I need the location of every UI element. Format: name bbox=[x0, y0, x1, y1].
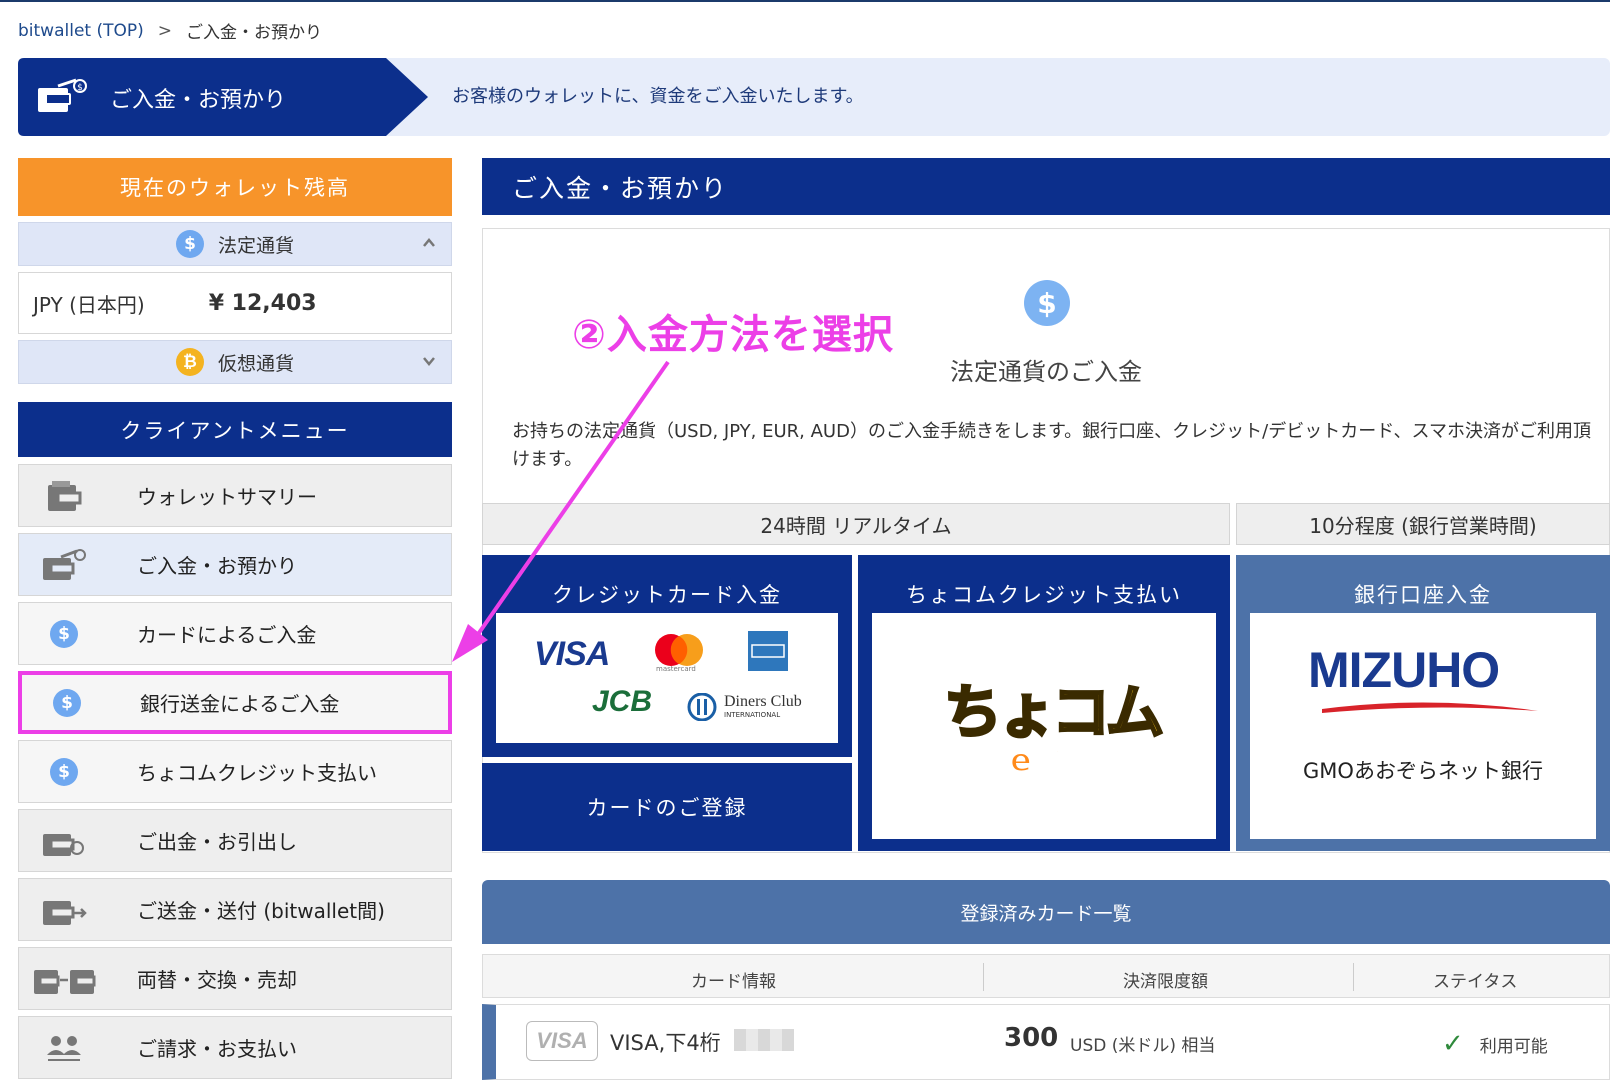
speed-bank-label: 10分程度 (銀行営業時間) bbox=[1236, 503, 1610, 545]
diners-club-logo: Diners Club bbox=[724, 693, 802, 710]
registered-cards-header: 登録済みカード一覧 bbox=[482, 880, 1610, 944]
dollar-coin-icon: $ bbox=[19, 757, 109, 786]
column-card-info: カード情報 bbox=[691, 972, 776, 992]
users-icon bbox=[19, 1033, 109, 1063]
visa-logo: VISA bbox=[534, 635, 610, 673]
wallet-balance-header: 現在のウォレット残高 bbox=[18, 158, 452, 216]
chocom-credit-label: ちょコムクレジット支払い bbox=[906, 583, 1182, 607]
bank-account-deposit-label: 銀行口座入金 bbox=[1354, 583, 1492, 607]
table-row[interactable]: VISA VISA,下4桁 300 USD (米ドル) 相当 ✓ 利用可能 bbox=[482, 1004, 1610, 1080]
client-menu-header: クライアントメニュー bbox=[18, 402, 452, 457]
breadcrumb-separator: > bbox=[157, 20, 173, 41]
menu-label: ちょコムクレジット支払い bbox=[137, 761, 377, 785]
menu-label: ウォレットサマリー bbox=[137, 485, 317, 509]
card-brand-logos: VISA mastercard JCB Diners Club INTERNAT… bbox=[496, 613, 838, 743]
transfer-wallet-icon bbox=[19, 893, 109, 927]
chocom-logo-panel: ちょコム eマネー bbox=[872, 613, 1216, 839]
menu-label: ご入金・お預かり bbox=[137, 554, 297, 578]
top-border bbox=[0, 0, 1610, 2]
menu-label: ご送金・送付 (bitwallet間) bbox=[137, 899, 385, 923]
withdraw-wallet-icon bbox=[19, 824, 109, 858]
menu-label: 両替・交換・売却 bbox=[137, 968, 297, 992]
chevron-down-icon bbox=[421, 353, 437, 369]
card-info: VISA,下4桁 bbox=[610, 1031, 721, 1055]
menu-bank-transfer-deposit[interactable]: $ 銀行送金によるご入金 bbox=[18, 671, 452, 734]
jpy-label: JPY (日本円) bbox=[33, 292, 145, 317]
menu-label: ご請求・お支払い bbox=[137, 1037, 297, 1061]
crypto-currency-toggle[interactable]: ₿ 仮想通貨 bbox=[18, 340, 452, 384]
menu-deposit[interactable]: ご入金・お預かり bbox=[18, 533, 452, 596]
jpy-amount: ¥ 12,403 bbox=[208, 290, 317, 316]
jpy-balance-row: JPY (日本円) ¥ 12,403 bbox=[18, 272, 452, 334]
dollar-coin-icon: $ bbox=[1024, 280, 1070, 326]
dollar-coin-icon: $ bbox=[175, 230, 204, 258]
main-section-title: ご入金・お預かり bbox=[482, 158, 1610, 215]
menu-exchange[interactable]: 両替・交換・売却 bbox=[18, 947, 452, 1010]
dollar-coin-icon: $ bbox=[22, 688, 112, 717]
deposit-wallet-icon bbox=[19, 548, 109, 582]
fiat-deposit-description: お持ちの法定通貨（USD, JPY, EUR, AUD）のご入金手続きをします。… bbox=[512, 421, 1591, 470]
menu-transfer[interactable]: ご送金・送付 (bitwallet間) bbox=[18, 878, 452, 941]
dollar-coin-icon: $ bbox=[19, 619, 109, 648]
mizuho-swoosh bbox=[1322, 702, 1538, 713]
breadcrumb: bitwallet (TOP) > ご入金・お預かり bbox=[18, 18, 323, 44]
banner-title: ご入金・お預かり bbox=[110, 88, 287, 113]
menu-card-deposit[interactable]: $ カードによるご入金 bbox=[18, 602, 452, 665]
masked-card-digits bbox=[734, 1029, 794, 1051]
client-menu: ウォレットサマリー ご入金・お預かり $ カードによるご入金 $ 銀行送金による… bbox=[18, 464, 452, 1079]
credit-card-deposit-button[interactable]: クレジットカード入金 VISA mastercard JCB Diners Cl… bbox=[482, 555, 852, 757]
jcb-logo: JCB bbox=[592, 685, 653, 718]
card-limit-amount: 300 bbox=[1004, 1023, 1059, 1053]
exchange-wallet-icon bbox=[19, 962, 109, 996]
svg-text:$: $ bbox=[77, 83, 83, 93]
chocom-emoney-logo: eマネー bbox=[1009, 740, 1123, 780]
card-limit-unit: USD (米ドル) 相当 bbox=[1070, 1036, 1216, 1056]
bank-name: GMOあおぞらネット銀行 bbox=[1303, 759, 1543, 783]
check-icon: ✓ bbox=[1442, 1029, 1464, 1059]
menu-chocom-credit[interactable]: $ ちょコムクレジット支払い bbox=[18, 740, 452, 803]
chevron-up-icon bbox=[421, 235, 437, 251]
amex-logo bbox=[748, 631, 788, 671]
speed-realtime-label: 24時間 リアルタイム bbox=[482, 503, 1230, 545]
bank-account-deposit-button[interactable]: 銀行口座入金 MIZUHO GMOあおぞらネット銀行 bbox=[1236, 555, 1610, 851]
menu-wallet-summary[interactable]: ウォレットサマリー bbox=[18, 464, 452, 527]
chocom-credit-button[interactable]: ちょコムクレジット支払い ちょコム eマネー bbox=[858, 555, 1230, 851]
menu-billing[interactable]: ご請求・お支払い bbox=[18, 1016, 452, 1079]
mastercard-caption: mastercard bbox=[656, 665, 696, 673]
registered-cards-columns: カード情報 決済限度額 ステイタス bbox=[482, 954, 1610, 998]
diners-club-subtitle: INTERNATIONAL bbox=[724, 711, 781, 719]
menu-label: カードによるご入金 bbox=[137, 623, 317, 647]
menu-withdraw[interactable]: ご出金・お引出し bbox=[18, 809, 452, 872]
card-register-button[interactable]: カードのご登録 bbox=[482, 763, 852, 851]
banner-description: お客様のウォレットに、資金をご入金いたします。 bbox=[452, 86, 864, 107]
mizuho-logo: MIZUHO bbox=[1308, 642, 1500, 698]
breadcrumb-home-link[interactable]: bitwallet (TOP) bbox=[18, 21, 144, 41]
bank-logo-panel: MIZUHO GMOあおぞらネット銀行 bbox=[1250, 613, 1596, 839]
visa-card-icon: VISA bbox=[526, 1021, 598, 1061]
menu-label: 銀行送金によるご入金 bbox=[140, 692, 340, 716]
crypto-currency-label: 仮想通貨 bbox=[217, 352, 294, 375]
fiat-currency-label: 法定通貨 bbox=[217, 234, 294, 257]
diners-club-logo-mark bbox=[687, 693, 717, 721]
breadcrumb-current: ご入金・お預かり bbox=[186, 23, 323, 43]
column-status: ステイタス bbox=[1433, 972, 1518, 992]
bitcoin-coin-icon: ₿ bbox=[175, 348, 204, 376]
wallet-icon bbox=[19, 479, 109, 513]
credit-card-deposit-label: クレジットカード入金 bbox=[552, 583, 782, 607]
fiat-currency-toggle[interactable]: $ 法定通貨 bbox=[18, 222, 452, 266]
annotation-label: ②入金方法を選択 bbox=[572, 312, 894, 358]
menu-label: ご出金・お引出し bbox=[137, 830, 297, 854]
card-status-label: 利用可能 bbox=[1479, 1036, 1548, 1057]
card-status: ✓ 利用可能 bbox=[1442, 1029, 1548, 1059]
deposit-wallet-icon: $ bbox=[38, 78, 87, 112]
column-limit: 決済限度額 bbox=[1123, 972, 1208, 992]
